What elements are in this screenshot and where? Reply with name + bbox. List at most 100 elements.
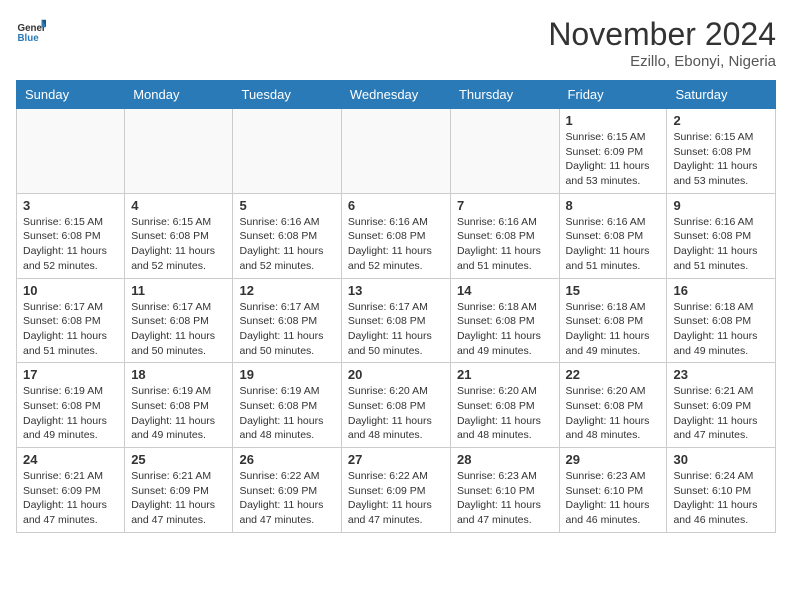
calendar-cell (341, 109, 450, 194)
weekday-header-saturday: Saturday (667, 81, 776, 109)
day-number: 19 (239, 367, 334, 382)
day-number: 14 (457, 283, 553, 298)
weekday-header-wednesday: Wednesday (341, 81, 450, 109)
weekday-header-sunday: Sunday (17, 81, 125, 109)
calendar-cell (125, 109, 233, 194)
calendar-week-0: 1 Sunrise: 6:15 AM Sunset: 6:09 PM Daylig… (17, 109, 776, 194)
day-info: Sunrise: 6:17 AM Sunset: 6:08 PM Dayligh… (23, 300, 118, 359)
day-info: Sunrise: 6:18 AM Sunset: 6:08 PM Dayligh… (566, 300, 661, 359)
day-number: 12 (239, 283, 334, 298)
calendar-cell: 20Sunrise: 6:20 AM Sunset: 6:08 PM Dayli… (341, 363, 450, 448)
calendar-cell: 22 Sunrise: 6:20 AM Sunset: 6:08 PM Dayli… (559, 363, 667, 448)
day-info: Sunrise: 6:18 AM Sunset: 6:08 PM Dayligh… (457, 300, 553, 359)
calendar-cell: 26 Sunrise: 6:22 AM Sunset: 6:09 PM Dayli… (233, 448, 341, 533)
calendar-cell: 12 Sunrise: 6:17 AM Sunset: 6:08 PM Dayli… (233, 278, 341, 363)
day-number: 4 (131, 198, 226, 213)
calendar-week-4: 24 Sunrise: 6:21 AM Sunset: 6:09 PM Dayli… (17, 448, 776, 533)
day-info: Sunrise: 6:24 AM Sunset: 6:10 PM Dayligh… (673, 469, 769, 528)
day-number: 25 (131, 452, 226, 467)
day-info: Sunrise: 6:18 AM Sunset: 6:08 PM Dayligh… (673, 300, 769, 359)
day-info: Sunrise: 6:17 AM Sunset: 6:08 PM Dayligh… (131, 300, 226, 359)
calendar-cell: 17 Sunrise: 6:19 AM Sunset: 6:08 PM Dayli… (17, 363, 125, 448)
calendar-cell: 14 Sunrise: 6:18 AM Sunset: 6:08 PM Dayli… (450, 278, 559, 363)
day-info: Sunrise: 6:16 AM Sunset: 6:08 PM Dayligh… (673, 215, 769, 274)
calendar-cell: 24 Sunrise: 6:21 AM Sunset: 6:09 PM Dayli… (17, 448, 125, 533)
calendar-cell: 7Sunrise: 6:16 AM Sunset: 6:08 PM Daylig… (450, 193, 559, 278)
calendar-table: SundayMondayTuesdayWednesdayThursdayFrid… (16, 80, 776, 533)
calendar-cell: 21 Sunrise: 6:20 AM Sunset: 6:08 PM Dayli… (450, 363, 559, 448)
calendar-cell: 10 Sunrise: 6:17 AM Sunset: 6:08 PM Dayli… (17, 278, 125, 363)
day-info: Sunrise: 6:23 AM Sunset: 6:10 PM Dayligh… (457, 469, 553, 528)
calendar-cell (17, 109, 125, 194)
calendar-cell: 18 Sunrise: 6:19 AM Sunset: 6:08 PM Dayli… (125, 363, 233, 448)
day-number: 21 (457, 367, 553, 382)
day-info: Sunrise: 6:22 AM Sunset: 6:09 PM Dayligh… (348, 469, 444, 528)
day-number: 9 (673, 198, 769, 213)
location-title: Ezillo, Ebonyi, Nigeria (548, 53, 776, 70)
day-info: Sunrise: 6:21 AM Sunset: 6:09 PM Dayligh… (131, 469, 226, 528)
calendar-cell: 16 Sunrise: 6:18 AM Sunset: 6:08 PM Dayli… (667, 278, 776, 363)
day-number: 16 (673, 283, 769, 298)
calendar-cell: 30 Sunrise: 6:24 AM Sunset: 6:10 PM Dayli… (667, 448, 776, 533)
day-info: Sunrise: 6:16 AM Sunset: 6:08 PM Dayligh… (348, 215, 444, 274)
day-info: Sunrise: 6:20 AM Sunset: 6:08 PM Dayligh… (566, 384, 661, 443)
calendar-cell: 27Sunrise: 6:22 AM Sunset: 6:09 PM Dayli… (341, 448, 450, 533)
day-number: 30 (673, 452, 769, 467)
day-info: Sunrise: 6:16 AM Sunset: 6:08 PM Dayligh… (457, 215, 553, 274)
day-info: Sunrise: 6:19 AM Sunset: 6:08 PM Dayligh… (131, 384, 226, 443)
day-number: 11 (131, 283, 226, 298)
calendar-cell: 3Sunrise: 6:15 AM Sunset: 6:08 PM Daylig… (17, 193, 125, 278)
day-number: 17 (23, 367, 118, 382)
calendar-week-1: 3 Sunrise: 6:15 AM Sunset: 6:08 PM Daylig… (17, 193, 776, 278)
weekday-header-thursday: Thursday (450, 81, 559, 109)
day-number: 10 (23, 283, 118, 298)
day-info: Sunrise: 6:16 AM Sunset: 6:08 PM Dayligh… (239, 215, 334, 274)
day-info: Sunrise: 6:21 AM Sunset: 6:09 PM Dayligh… (673, 384, 769, 443)
day-info: Sunrise: 6:19 AM Sunset: 6:08 PM Dayligh… (23, 384, 118, 443)
day-number: 28 (457, 452, 553, 467)
day-number: 23 (673, 367, 769, 382)
day-number: 24 (23, 452, 118, 467)
calendar-cell: 19 Sunrise: 6:19 AM Sunset: 6:08 PM Dayli… (233, 363, 341, 448)
calendar-cell: 11 Sunrise: 6:17 AM Sunset: 6:08 PM Dayli… (125, 278, 233, 363)
day-number: 3 (23, 198, 118, 213)
day-info: Sunrise: 6:17 AM Sunset: 6:08 PM Dayligh… (239, 300, 334, 359)
day-info: Sunrise: 6:21 AM Sunset: 6:09 PM Dayligh… (23, 469, 118, 528)
calendar-cell: 4 Sunrise: 6:15 AM Sunset: 6:08 PM Daylig… (125, 193, 233, 278)
day-info: Sunrise: 6:19 AM Sunset: 6:08 PM Dayligh… (239, 384, 334, 443)
day-number: 26 (239, 452, 334, 467)
day-info: Sunrise: 6:17 AM Sunset: 6:08 PM Dayligh… (348, 300, 444, 359)
day-info: Sunrise: 6:23 AM Sunset: 6:10 PM Dayligh… (566, 469, 661, 528)
day-number: 29 (566, 452, 661, 467)
day-number: 5 (239, 198, 334, 213)
day-info: Sunrise: 6:22 AM Sunset: 6:09 PM Dayligh… (239, 469, 334, 528)
calendar-cell: 23 Sunrise: 6:21 AM Sunset: 6:09 PM Dayli… (667, 363, 776, 448)
calendar-week-2: 10 Sunrise: 6:17 AM Sunset: 6:08 PM Dayli… (17, 278, 776, 363)
day-number: 1 (566, 113, 661, 128)
day-info: Sunrise: 6:15 AM Sunset: 6:08 PM Dayligh… (131, 215, 226, 274)
calendar-body: 1 Sunrise: 6:15 AM Sunset: 6:09 PM Daylig… (17, 109, 776, 533)
weekday-header-row: SundayMondayTuesdayWednesdayThursdayFrid… (17, 81, 776, 109)
day-number: 13 (348, 283, 444, 298)
svg-text:Blue: Blue (18, 33, 40, 44)
day-number: 18 (131, 367, 226, 382)
calendar-week-3: 17 Sunrise: 6:19 AM Sunset: 6:08 PM Dayli… (17, 363, 776, 448)
calendar-cell: 1 Sunrise: 6:15 AM Sunset: 6:09 PM Daylig… (559, 109, 667, 194)
calendar-cell (233, 109, 341, 194)
day-number: 2 (673, 113, 769, 128)
day-info: Sunrise: 6:20 AM Sunset: 6:08 PM Dayligh… (348, 384, 444, 443)
day-info: Sunrise: 6:15 AM Sunset: 6:09 PM Dayligh… (566, 130, 661, 189)
calendar-cell: 8Sunrise: 6:16 AM Sunset: 6:08 PM Daylig… (559, 193, 667, 278)
month-title: November 2024 (548, 16, 776, 53)
calendar-header: SundayMondayTuesdayWednesdayThursdayFrid… (17, 81, 776, 109)
day-info: Sunrise: 6:20 AM Sunset: 6:08 PM Dayligh… (457, 384, 553, 443)
day-number: 22 (566, 367, 661, 382)
calendar-cell: 28 Sunrise: 6:23 AM Sunset: 6:10 PM Dayli… (450, 448, 559, 533)
day-number: 15 (566, 283, 661, 298)
calendar-cell: 25 Sunrise: 6:21 AM Sunset: 6:09 PM Dayli… (125, 448, 233, 533)
title-section: November 2024 Ezillo, Ebonyi, Nigeria (548, 16, 776, 70)
calendar-cell: 15 Sunrise: 6:18 AM Sunset: 6:08 PM Dayli… (559, 278, 667, 363)
calendar-cell: 2Sunrise: 6:15 AM Sunset: 6:08 PM Daylig… (667, 109, 776, 194)
calendar-cell: 29 Sunrise: 6:23 AM Sunset: 6:10 PM Dayli… (559, 448, 667, 533)
calendar-cell: 9 Sunrise: 6:16 AM Sunset: 6:08 PM Daylig… (667, 193, 776, 278)
